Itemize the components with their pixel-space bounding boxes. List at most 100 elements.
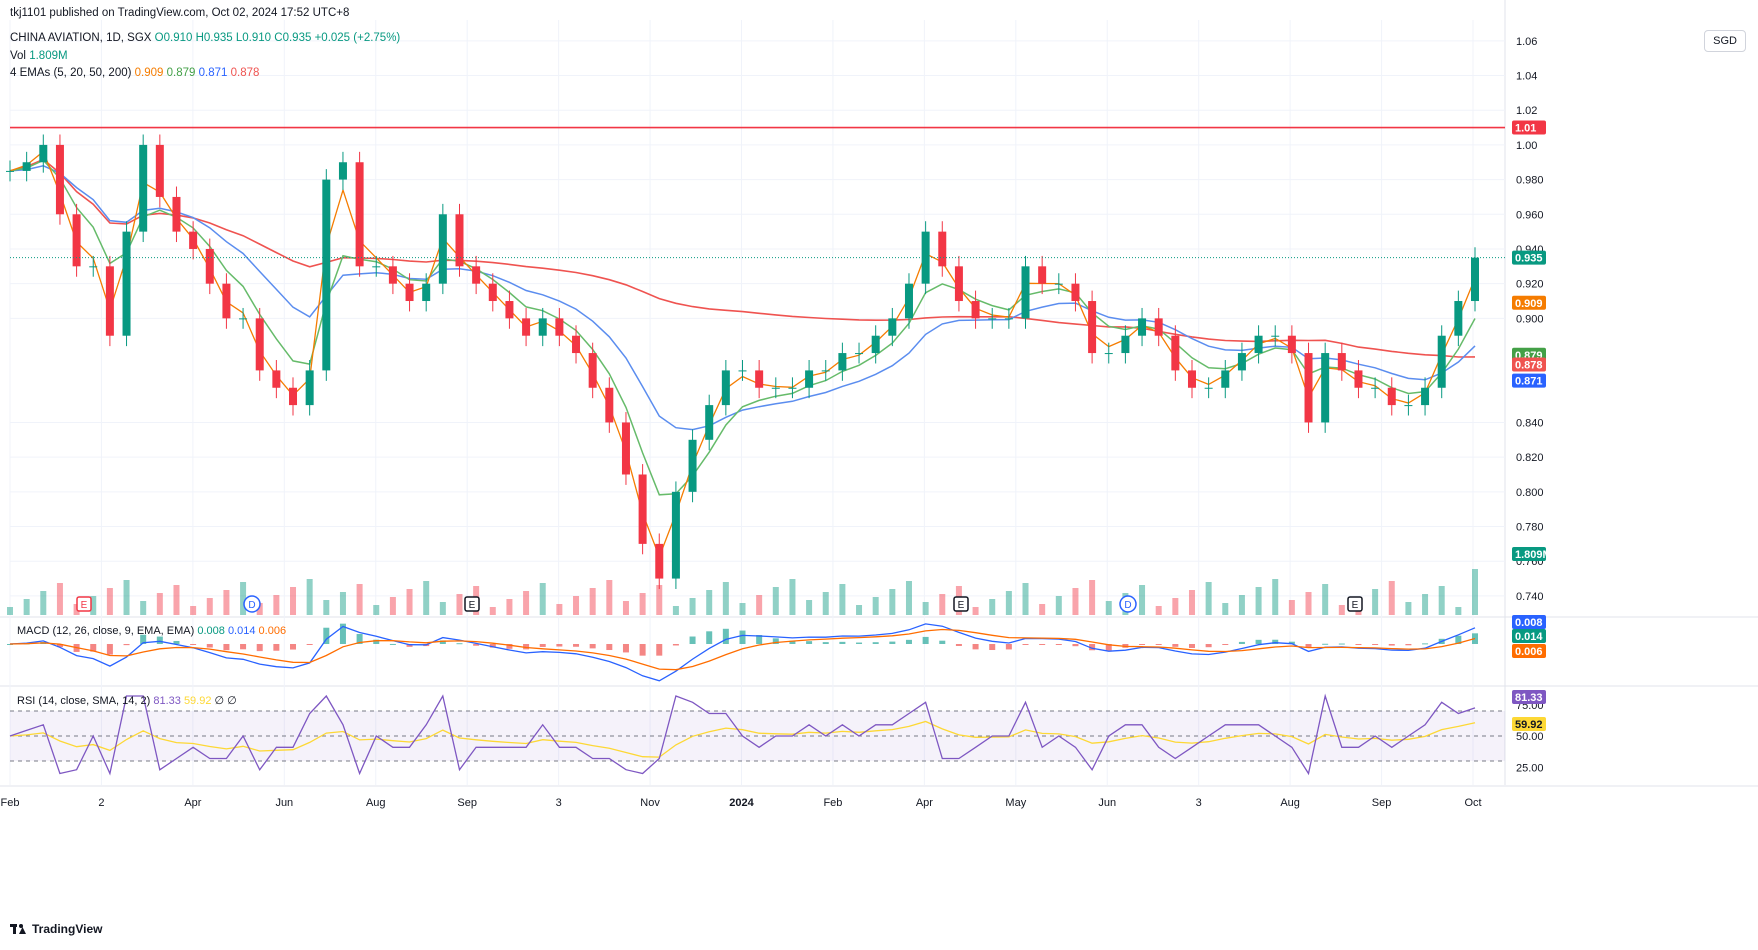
candle-body — [22, 162, 31, 171]
macd-histogram-bar — [1205, 644, 1212, 648]
candle-body — [1004, 318, 1013, 320]
candle-body — [1221, 370, 1230, 388]
x-tick-label: 3 — [1196, 797, 1202, 809]
y-tick-label: 1.06 — [1516, 36, 1537, 48]
macd-histogram-bar — [822, 642, 829, 644]
volume-bar — [1422, 594, 1429, 615]
candle-body — [438, 214, 447, 284]
volume-bar — [739, 603, 746, 615]
tradingview-brand[interactable]: TradingView — [10, 922, 102, 936]
volume-bar — [1338, 605, 1345, 615]
macd-histogram-bar — [656, 644, 663, 656]
volume-bar — [1322, 584, 1329, 615]
volume-bar — [639, 593, 646, 615]
candle-body — [1404, 405, 1413, 407]
macd-histogram-bar — [706, 631, 713, 644]
ohlc-open: O0.910 — [154, 32, 193, 44]
candle-body — [1387, 387, 1396, 406]
candle-body — [72, 214, 81, 267]
rsi-tick-label: 50.00 — [1516, 731, 1544, 743]
x-tick-label: Feb — [1, 797, 20, 809]
y-tick-label: 0.780 — [1516, 522, 1544, 534]
last-price-label: 0.935 — [1515, 253, 1543, 265]
volume-bar — [573, 596, 580, 615]
volume-bar — [539, 583, 546, 615]
volume-bar — [40, 591, 47, 615]
macd-histogram-bar — [1039, 644, 1046, 645]
candle-body — [738, 370, 747, 372]
candle-body — [1121, 335, 1130, 354]
rsi-ma-value: 59.92 — [183, 695, 212, 707]
macd-histogram-bar — [1355, 644, 1362, 645]
rsi-axis-label: 81.33 — [1515, 692, 1543, 704]
candle-body — [139, 144, 148, 232]
candle-body — [538, 318, 547, 336]
macd-histogram-bar — [556, 644, 563, 647]
currency-button[interactable]: SGD — [1704, 30, 1746, 52]
macd-histogram-bar — [389, 643, 396, 645]
x-tick-label: May — [1005, 797, 1026, 809]
volume-bar — [1172, 598, 1179, 615]
candle-body — [1021, 266, 1030, 319]
candle-body — [588, 353, 597, 388]
macd-histogram-bar — [1338, 643, 1345, 645]
symbol-name: CHINA AVIATION, 1D, SGX — [10, 32, 152, 44]
macd-histogram-bar — [1388, 644, 1395, 646]
volume-legend: Vol 1.809M — [10, 50, 68, 62]
candle-body — [105, 266, 114, 336]
candle-body — [1287, 335, 1296, 354]
candle-body — [89, 266, 98, 268]
volume-bar — [106, 588, 113, 615]
volume-bar — [206, 598, 213, 615]
macd-signal-value: 0.006 — [258, 625, 287, 637]
candle-body — [1437, 335, 1446, 388]
candle-body — [1454, 301, 1463, 336]
volume-bar — [406, 589, 413, 615]
volume-bar — [972, 607, 979, 615]
volume-bar — [1089, 580, 1096, 615]
candle-body — [1237, 353, 1246, 371]
candle-body — [372, 266, 381, 268]
candle-body — [338, 162, 347, 180]
candles — [6, 134, 1479, 615]
macd-histogram-bar — [223, 644, 230, 651]
macd-histogram-bar — [290, 644, 297, 650]
ema5-value: 0.909 — [134, 67, 164, 79]
candle-body — [455, 214, 464, 267]
volume-bar — [689, 598, 696, 615]
candle-body — [888, 318, 897, 336]
volume-bar — [140, 601, 147, 615]
candle-body — [505, 301, 514, 319]
macd-histogram-bar — [972, 644, 979, 650]
volume-bar — [1405, 602, 1412, 615]
candle-body — [472, 266, 481, 284]
volume-bar — [223, 590, 230, 615]
macd-histogram-bar — [256, 644, 263, 652]
rsi-ma-axis-label: 59.92 — [1515, 719, 1543, 731]
hline-price-label: 1.01 — [1515, 123, 1536, 135]
volume-bar — [622, 601, 629, 615]
candle-body — [721, 370, 730, 406]
candle-body — [954, 266, 963, 302]
ema200-value: 0.878 — [230, 67, 260, 79]
candle-body — [172, 196, 181, 232]
candle-body — [1471, 257, 1479, 302]
macd-histogram-bar — [606, 644, 613, 651]
chart-canvas[interactable]: 1.061.041.021.000.9800.9600.9400.9200.90… — [0, 0, 1758, 950]
volume-bar — [1055, 596, 1062, 615]
y-tick-label: 0.800 — [1516, 487, 1544, 499]
x-tick-label: 2024 — [729, 797, 754, 809]
x-tick-label: Apr — [184, 797, 201, 809]
macd-histogram-bar — [839, 641, 846, 644]
candle-body — [422, 283, 431, 302]
macd-value: 0.014 — [227, 625, 256, 637]
macd-legend: MACD (12, 26, close, 9, EMA, EMA) 0.008 … — [17, 625, 286, 637]
candle-body — [1254, 335, 1263, 354]
candle-body — [522, 318, 531, 336]
volume-bar — [556, 604, 563, 615]
candle-body — [904, 283, 913, 319]
macd-histogram-bar — [589, 644, 596, 649]
candle-body — [855, 353, 864, 355]
volume-bar — [1455, 607, 1462, 615]
event-marker-label: D — [248, 600, 255, 611]
